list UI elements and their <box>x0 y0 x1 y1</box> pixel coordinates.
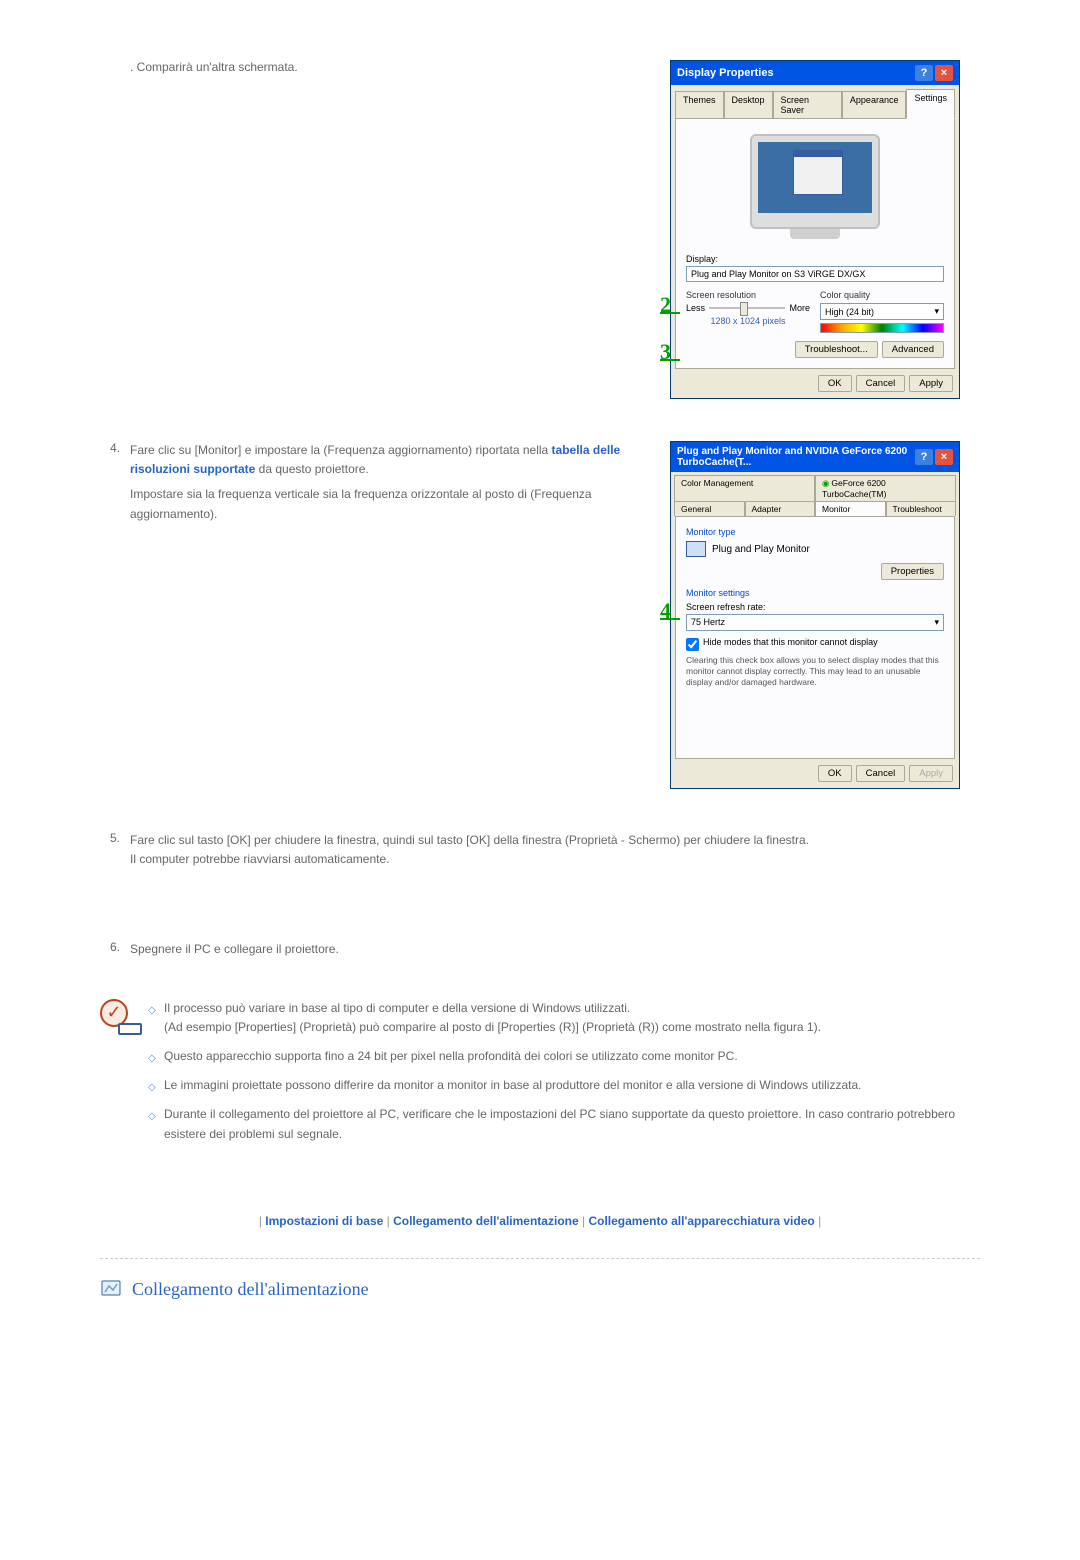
chevron-down-icon: ▾ <box>934 306 939 317</box>
note1-line2: (Ad esempio [Properties] (Proprietà) può… <box>164 1018 821 1037</box>
color-quality-value: High (24 bit) <box>825 307 874 317</box>
step5-line1: Fare clic sul tasto [OK] per chiudere la… <box>130 831 960 850</box>
dialog-title-text: Display Properties <box>677 67 774 79</box>
step4-number: 4. <box>100 441 130 455</box>
monitor-properties-button[interactable]: Properties <box>881 563 944 580</box>
callout-3: 3 <box>660 339 671 365</box>
advanced-button[interactable]: Advanced <box>882 341 944 358</box>
monitor-type-label: Monitor type <box>686 527 944 537</box>
link-collegamento-video[interactable]: Collegamento all'apparecchiatura video <box>588 1214 814 1228</box>
tab-geforce[interactable]: ◉GeForce 6200 TurboCache(TM) <box>815 475 956 501</box>
help-icon[interactable]: ? <box>915 65 933 81</box>
resolution-slider[interactable] <box>709 307 785 309</box>
refresh-rate-value: 75 Hertz <box>691 617 725 628</box>
close-icon[interactable]: × <box>935 449 953 465</box>
tab-appearance[interactable]: Appearance <box>842 91 907 118</box>
apply-button[interactable]: Apply <box>909 765 953 782</box>
note-icon: ✓ <box>100 999 136 1035</box>
display-name-select[interactable]: Plug and Play Monitor on S3 ViRGE DX/GX <box>686 266 944 282</box>
diamond-bullet-icon: ◇ <box>148 1080 156 1088</box>
link-impostazioni-base[interactable]: Impostazioni di base <box>265 1214 383 1228</box>
hide-modes-label: Hide modes that this monitor cannot disp… <box>703 637 878 647</box>
separator <box>100 1258 980 1259</box>
hide-modes-checkbox[interactable] <box>686 638 699 651</box>
cancel-button[interactable]: Cancel <box>856 375 906 392</box>
troubleshoot-button[interactable]: Troubleshoot... <box>795 341 878 358</box>
screen-refresh-label: Screen refresh rate: <box>686 602 944 612</box>
monitor-properties-dialog: Plug and Play Monitor and NVIDIA GeForce… <box>670 441 960 789</box>
monitor-preview <box>745 134 885 244</box>
step5-number: 5. <box>100 831 130 845</box>
tab-geforce-label: GeForce 6200 TurboCache(TM) <box>822 478 886 499</box>
tab-monitor[interactable]: Monitor <box>815 501 886 516</box>
hide-modes-description: Clearing this check box allows you to se… <box>686 655 944 688</box>
color-quality-label: Color quality <box>820 290 944 300</box>
nvidia-logo-icon: ◉ <box>822 478 829 488</box>
section-header: Collegamento dell'alimentazione <box>100 1279 980 1300</box>
step6-text: Spegnere il PC e collegare il proiettore… <box>130 940 980 959</box>
ok-button[interactable]: OK <box>818 765 852 782</box>
apply-button[interactable]: Apply <box>909 375 953 392</box>
color-quality-select[interactable]: High (24 bit) ▾ <box>820 303 944 320</box>
callout-4: 4 <box>660 598 671 624</box>
tab-adapter[interactable]: Adapter <box>745 501 816 516</box>
tab-general[interactable]: General <box>674 501 745 516</box>
refresh-rate-select[interactable]: 75 Hertz ▾ <box>686 614 944 631</box>
dialog-titlebar: Display Properties ? × <box>671 61 959 85</box>
step4-text-b: da questo proiettore. <box>255 462 368 476</box>
tab-desktop[interactable]: Desktop <box>724 91 773 118</box>
diamond-bullet-icon: ◇ <box>148 1003 156 1011</box>
diamond-bullet-icon: ◇ <box>148 1051 156 1059</box>
slider-more-label: More <box>789 303 810 313</box>
cancel-button[interactable]: Cancel <box>856 765 906 782</box>
callout-2: 2 <box>660 292 671 318</box>
step4-text-a: Fare clic su [Monitor] e impostare la (F… <box>130 443 552 457</box>
tab-settings[interactable]: Settings <box>906 89 955 119</box>
tab-themes[interactable]: Themes <box>675 91 724 118</box>
step6-number: 6. <box>100 940 130 954</box>
note2: Questo apparecchio supporta fino a 24 bi… <box>164 1047 738 1066</box>
monitor-icon <box>686 541 706 557</box>
note3: Le immagini proiettate possono differire… <box>164 1076 861 1095</box>
ok-button[interactable]: OK <box>818 375 852 392</box>
section-header-text: Collegamento dell'alimentazione <box>132 1279 369 1300</box>
bottom-nav-links: | Impostazioni di base | Collegamento de… <box>100 1214 980 1228</box>
dialog2-titlebar: Plug and Play Monitor and NVIDIA GeForce… <box>671 442 959 472</box>
note4: Durante il collegamento del proiettore a… <box>164 1105 980 1143</box>
diamond-bullet-icon: ◇ <box>148 1109 156 1117</box>
tab-troubleshoot[interactable]: Troubleshoot <box>886 501 957 516</box>
monitor-name: Plug and Play Monitor <box>712 544 810 555</box>
step3-continuation: . Comparirà un'altra schermata. <box>130 60 650 74</box>
tab-screensaver[interactable]: Screen Saver <box>773 91 842 118</box>
help-icon[interactable]: ? <box>915 449 933 465</box>
resolution-value: 1280 x 1024 pixels <box>686 316 810 326</box>
note1-line1: Il processo può variare in base al tipo … <box>164 999 821 1018</box>
slider-less-label: Less <box>686 303 705 313</box>
dialog-tabs: Themes Desktop Screen Saver Appearance S… <box>671 85 959 118</box>
display-properties-dialog: Display Properties ? × Themes Desktop Sc… <box>670 60 960 399</box>
tab-color-management[interactable]: Color Management <box>674 475 815 501</box>
display-label: Display: <box>686 254 944 264</box>
document-icon <box>100 1279 124 1299</box>
step4-text-2: Impostare sia la frequenza verticale sia… <box>130 487 592 520</box>
color-bar <box>820 323 944 333</box>
chevron-down-icon: ▾ <box>934 617 939 628</box>
step5-line2: Il computer potrebbe riavviarsi automati… <box>130 850 960 869</box>
dialog2-title-text: Plug and Play Monitor and NVIDIA GeForce… <box>677 446 915 468</box>
link-collegamento-alimentazione[interactable]: Collegamento dell'alimentazione <box>393 1214 579 1228</box>
screen-resolution-label: Screen resolution <box>686 290 810 300</box>
close-icon[interactable]: × <box>935 65 953 81</box>
monitor-settings-label: Monitor settings <box>686 588 944 598</box>
